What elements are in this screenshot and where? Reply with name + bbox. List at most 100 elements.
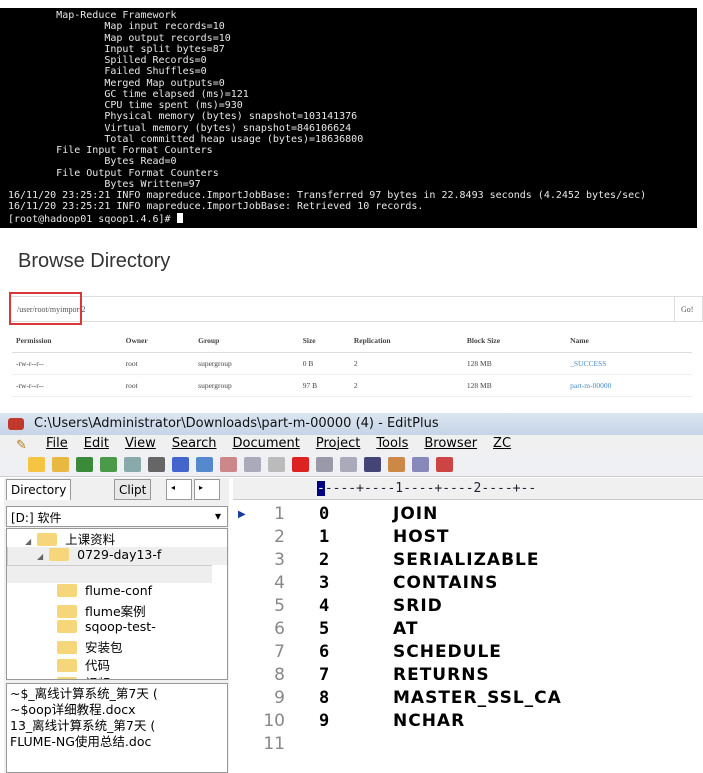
column-header[interactable]: Permission bbox=[12, 330, 122, 353]
terminal-line: 16/11/20 23:25:21 INFO mapreduce.ImportJ… bbox=[8, 190, 647, 201]
terminal-line: Map input records=10 bbox=[8, 21, 225, 33]
toolbar-button-icon[interactable] bbox=[124, 457, 141, 472]
tree-item[interactable]: 视频 bbox=[7, 673, 227, 679]
column-header[interactable]: Size bbox=[298, 330, 350, 353]
tab-scroll-left[interactable]: ◂ bbox=[166, 479, 192, 500]
toolbar-button-icon[interactable] bbox=[172, 457, 189, 472]
terminal-line: File Input Format Counters bbox=[8, 145, 213, 156]
column-header[interactable]: Block Size bbox=[462, 330, 567, 353]
cell: root bbox=[125, 358, 138, 368]
toolbar-button-icon[interactable] bbox=[268, 457, 285, 472]
toolbar-button-icon[interactable] bbox=[148, 457, 165, 472]
window-title: C:\Users\Administrator\Downloads\part-m-… bbox=[34, 416, 439, 431]
table-row: -rw-r--r-- root supergroup 0 B 2 128 MB _SUCCE… bbox=[12, 352, 692, 375]
file-link[interactable]: part-m-00000 bbox=[570, 381, 611, 390]
page-title: Browse Directory bbox=[18, 250, 171, 272]
file-item[interactable]: ~$_离线计算系统_第7天 ( bbox=[10, 686, 224, 702]
chevron-down-icon: ▾ bbox=[214, 509, 221, 523]
vertical-scrollbar[interactable] bbox=[7, 547, 24, 565]
go-button[interactable]: Go! bbox=[674, 297, 702, 321]
column-header[interactable]: Group bbox=[194, 330, 299, 353]
cell: -rw-r--r-- bbox=[16, 380, 44, 390]
menu-item[interactable]: View bbox=[125, 436, 156, 451]
tree-item-label: flume-conf bbox=[85, 583, 153, 598]
editor-line: 2 1 HOST bbox=[233, 527, 703, 550]
tab-cliptext[interactable]: Clipt bbox=[114, 479, 152, 500]
line-id: 3 bbox=[319, 573, 330, 593]
toolbar-button-icon[interactable] bbox=[436, 457, 453, 472]
line-number: 8 bbox=[274, 665, 285, 685]
menu-item[interactable]: Document bbox=[232, 436, 299, 451]
line-keyword: AT bbox=[393, 619, 419, 639]
toolbar-button-icon[interactable] bbox=[388, 457, 405, 472]
tree-item-label: sqoop-test- bbox=[85, 619, 156, 634]
tree-item[interactable]: flume-conf bbox=[7, 583, 227, 601]
toolbar-button-icon[interactable] bbox=[220, 457, 237, 472]
toolbar-button-icon[interactable] bbox=[316, 457, 333, 472]
line-id: 0 bbox=[319, 504, 330, 524]
menu-item[interactable]: File bbox=[46, 436, 68, 451]
file-item[interactable]: 13_离线计算系统_第7天 ( bbox=[10, 718, 224, 734]
table-row: -rw-r--r-- root supergroup 97 B 2 128 MB part-… bbox=[12, 374, 692, 397]
line-number: 6 bbox=[274, 619, 285, 639]
toolbar bbox=[0, 455, 703, 477]
toolbar-button-icon[interactable] bbox=[76, 457, 93, 472]
line-number: 4 bbox=[274, 573, 285, 593]
menu-item[interactable]: ZC bbox=[493, 436, 511, 451]
terminal-line: Total committed heap usage (bytes)=18636… bbox=[8, 133, 364, 145]
file-link[interactable]: _SUCCESS bbox=[570, 359, 606, 368]
path-input[interactable]: /user/root/myimport2 Go! bbox=[10, 296, 703, 322]
toolbar-button-icon[interactable] bbox=[292, 457, 309, 472]
file-item[interactable]: FLUME-NG使用总结.doc bbox=[10, 734, 224, 750]
expand-arrow-icon[interactable]: ◢ bbox=[37, 552, 43, 561]
folder-icon bbox=[57, 584, 77, 597]
line-number: 1 bbox=[274, 504, 285, 524]
toolbar-button-icon[interactable] bbox=[28, 457, 45, 472]
expand-arrow-icon[interactable]: ◢ bbox=[25, 537, 31, 546]
editor[interactable]: -----+----1----+----2----+-- ▶ 1 0 JOIN 2 1 HO… bbox=[233, 478, 703, 773]
cell: supergroup bbox=[198, 358, 232, 368]
menu-item[interactable]: Browser bbox=[424, 436, 477, 451]
column-header[interactable]: Replication bbox=[349, 330, 463, 353]
tree-item[interactable]: 安装包 bbox=[7, 637, 227, 655]
menu-item[interactable]: Project bbox=[316, 436, 360, 451]
file-item[interactable]: ~$oop详细教程.docx bbox=[10, 702, 224, 718]
editor-line: 9 8 MASTER_SSL_CA bbox=[233, 688, 703, 711]
line-number: 11 bbox=[263, 734, 285, 754]
tree-item[interactable]: flume案例 bbox=[7, 601, 227, 619]
menu-item[interactable]: Search bbox=[172, 436, 217, 451]
highlight-box bbox=[9, 292, 82, 325]
menu-item[interactable]: Tools bbox=[376, 436, 408, 451]
editplus-window: C:\Users\Administrator\Downloads\part-m-… bbox=[0, 413, 703, 773]
toolbar-button-icon[interactable] bbox=[244, 457, 261, 472]
toolbar-button-icon[interactable] bbox=[340, 457, 357, 472]
drive-select[interactable]: [D:] 软件 ▾ bbox=[6, 506, 228, 527]
tree-item[interactable]: 代码 bbox=[7, 655, 227, 673]
terminal-line: Map output records=10 bbox=[8, 32, 231, 44]
terminal-line: GC time elapsed (ms)=121 bbox=[8, 88, 249, 100]
toolbar-button-icon[interactable] bbox=[196, 457, 213, 472]
folder-icon bbox=[57, 659, 77, 672]
line-id: 7 bbox=[319, 665, 330, 685]
tree-item[interactable]: ◢ 0729-day13-f bbox=[7, 547, 227, 565]
toolbar-button-icon[interactable] bbox=[100, 457, 117, 472]
tree-item[interactable]: sqoop-test- bbox=[7, 619, 227, 637]
ruler-text: ----+----1----+----2----+-- bbox=[324, 481, 537, 496]
toolbar-button-icon[interactable] bbox=[364, 457, 381, 472]
tab-scroll-right[interactable]: ▸ bbox=[194, 479, 220, 500]
cell: 128 MB bbox=[466, 358, 492, 368]
terminal-line: Bytes Read=0 bbox=[8, 156, 177, 168]
column-header[interactable]: Name bbox=[566, 330, 692, 353]
app-icon bbox=[8, 418, 24, 430]
toolbar-button-icon[interactable] bbox=[412, 457, 429, 472]
horizontal-scrollbar[interactable] bbox=[7, 565, 212, 583]
menu-item[interactable]: Edit bbox=[84, 436, 109, 451]
tree-item[interactable]: ◢ 上课资料 bbox=[7, 529, 227, 547]
column-header[interactable]: Owner bbox=[121, 330, 195, 353]
terminal-line: Spilled Records=0 bbox=[8, 55, 207, 66]
tab-directory[interactable]: Directory bbox=[6, 479, 72, 500]
cell: 2 bbox=[353, 380, 358, 390]
toolbar-button-icon[interactable] bbox=[52, 457, 69, 472]
line-id: 4 bbox=[319, 596, 330, 616]
line-id: 1 bbox=[319, 527, 330, 547]
